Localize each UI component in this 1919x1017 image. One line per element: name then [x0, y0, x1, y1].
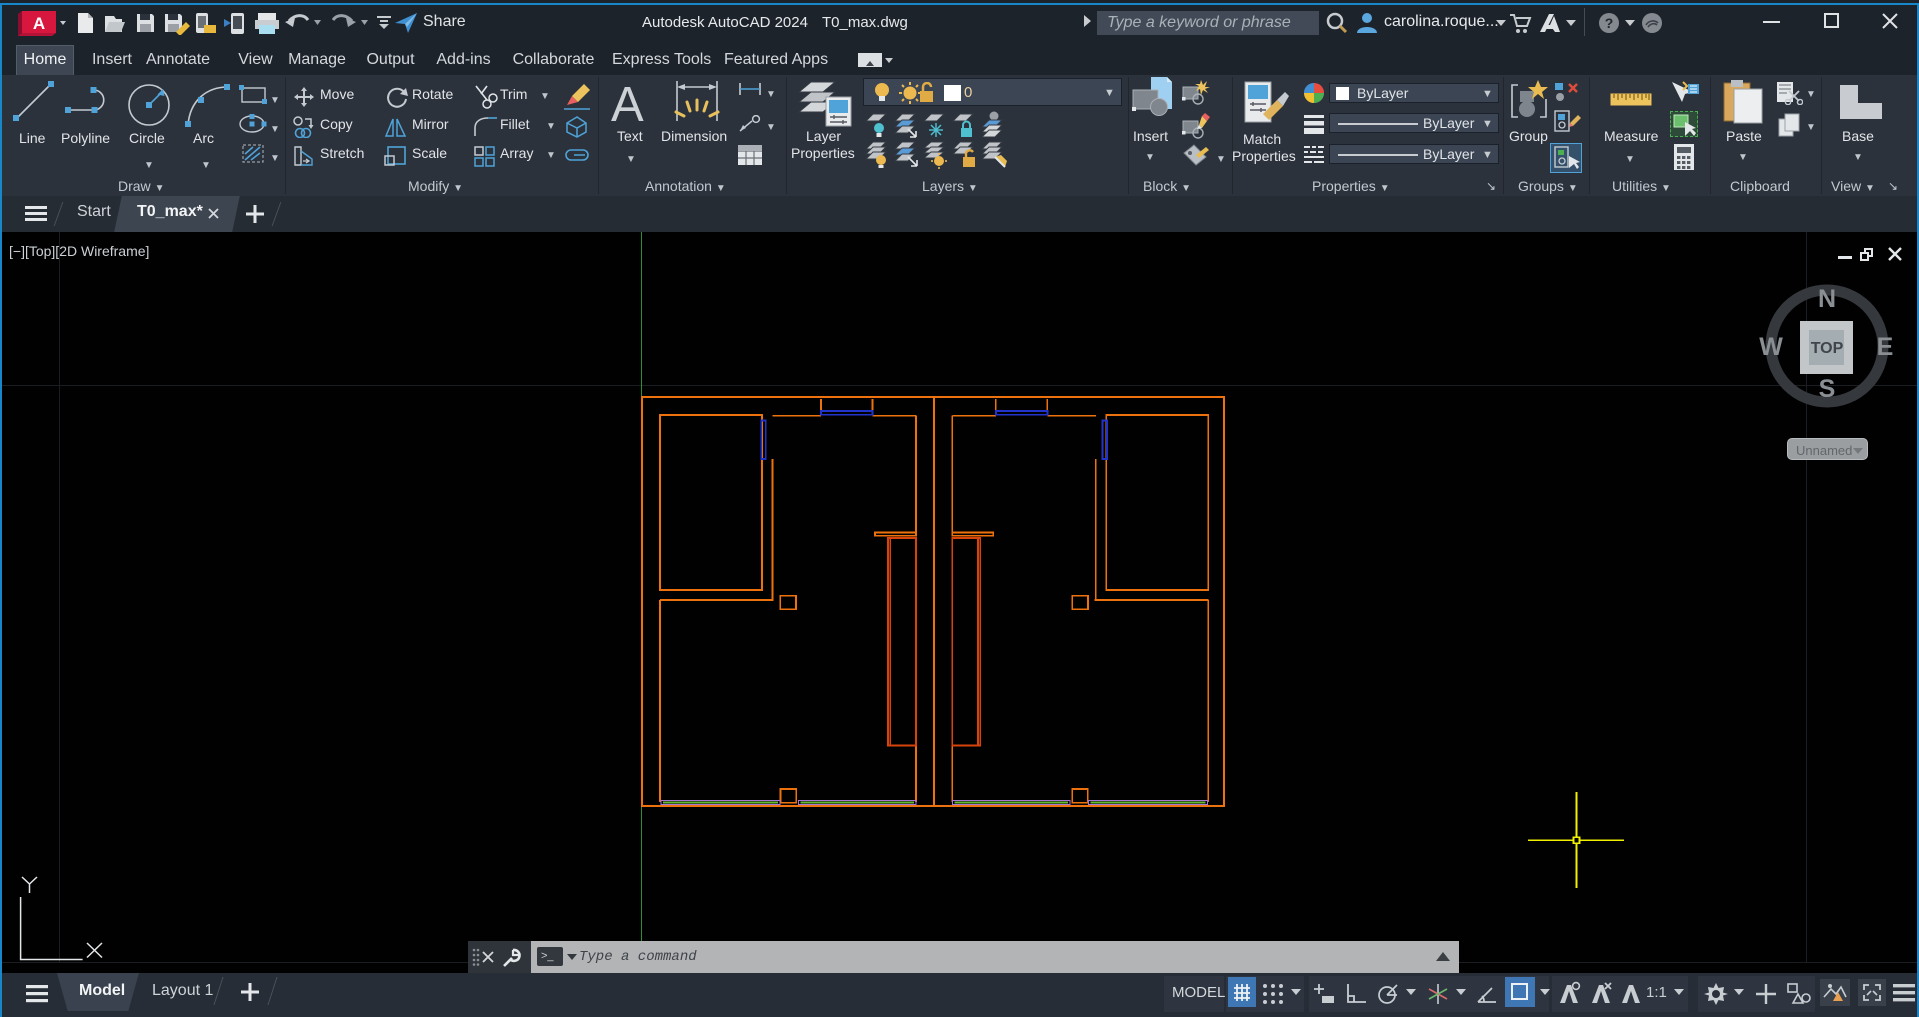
svg-text:?: ? [1605, 15, 1614, 31]
svg-text:TOP: TOP [1811, 340, 1844, 357]
svg-text:S: S [1819, 375, 1836, 403]
svg-text:A: A [33, 14, 45, 33]
svg-text:N: N [1818, 285, 1836, 313]
svg-text:W: W [1759, 333, 1783, 361]
svg-text:E: E [1877, 333, 1894, 361]
